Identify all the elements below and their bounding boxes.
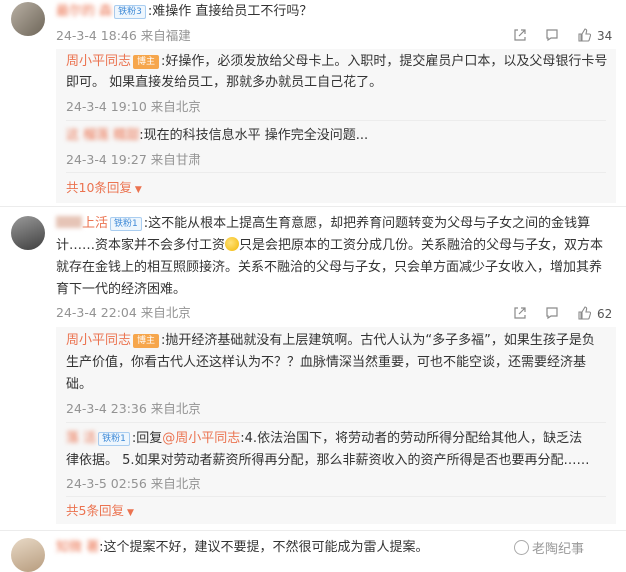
- divider: [66, 120, 606, 121]
- comment-username-text: 上活: [82, 216, 109, 231]
- reply-text: :抛开经济基础就没有上层建筑啊。古代人认为“多子多福”，如果生孩子是负: [161, 333, 595, 348]
- reply-timestamp: 24-3-5 02:56 来自北京: [66, 476, 201, 491]
- like-icon[interactable]: [577, 28, 591, 42]
- reply-text: 律依据。 5.如果对劳动者薪资所得再分配，那么非薪资收入的资产所得是否也要再分配…: [66, 453, 590, 468]
- comment-line: 最尔的 森铁粉3:难操作 直接给员工不行吗？: [56, 2, 312, 22]
- comment-username[interactable]: 上活: [56, 216, 108, 231]
- comment-line: 育下一代的经济困难。: [56, 280, 186, 300]
- divider: [66, 172, 606, 173]
- reply-timestamp: 24-3-4 19:27 来自甘肃: [66, 152, 201, 167]
- reply-line: 周小平同志 博主:好操作，必须发放给父母卡上。入职时，提交雇员户口本，以及父母银行…: [66, 52, 607, 72]
- reply-text: :回复: [131, 431, 163, 446]
- like-count: 62: [597, 307, 613, 321]
- reply-text: 即可。 如果直接发给员工，那就多办就员工自己花了。: [66, 75, 383, 90]
- reply-line: 律依据。 5.如果对劳动者薪资所得再分配，那么非薪资收入的资产所得是否也要再分配…: [66, 451, 590, 471]
- chevron-down-icon: ▼: [126, 508, 134, 518]
- reply-username[interactable]: 周小平同志: [66, 333, 131, 348]
- avatar[interactable]: [11, 538, 45, 572]
- avatar[interactable]: [11, 2, 45, 36]
- comment-line: 就存在金钱上的相互照顾接济。关系不融洽的父母与子女，只会单方面减少子女收入，增加…: [56, 258, 602, 278]
- comment-icon[interactable]: [545, 306, 559, 320]
- comment-username[interactable]: 最尔的 森: [56, 4, 112, 19]
- comment-icon[interactable]: [545, 28, 559, 42]
- reply-line: 即可。 如果直接发给员工，那就多办就员工自己花了。: [66, 73, 382, 93]
- expand-replies-link[interactable]: 共5条回复 ▼: [66, 502, 134, 522]
- avatar[interactable]: [11, 216, 45, 250]
- like-count: 34: [597, 29, 613, 43]
- comment-text: 计……资本家并不会多付工资: [56, 238, 226, 253]
- comment-line: 上活 铁粉1:这不能从根本上提高生育意愿，却把养育问题转变为父母与子女之间的金钱算: [56, 214, 590, 234]
- reply-timestamp: 24-3-4 23:36 来自北京: [66, 401, 201, 416]
- comment-text: 育下一代的经济困难。: [56, 282, 187, 297]
- comment-text: :这个提案不好，建议不要提，不然很可能成为雷人提案。: [99, 540, 429, 555]
- comment-line: 计……资本家并不会多付工资 只是会把原本的工资分成几份。关系融洽的父母与子女，双方…: [56, 236, 603, 256]
- reply-text: 生产价值，你看古代人还这样认为不？？血脉情深当然重要，可也不能空谈，还需要经济基: [66, 355, 587, 370]
- expand-replies-link[interactable]: 共10条回复 ▼: [66, 179, 142, 199]
- comment-text: :这不能从根本上提高生育意愿，却把养育问题转变为父母与子女之间的金钱算: [143, 216, 591, 231]
- share-icon[interactable]: [513, 306, 527, 320]
- fan-badge: 铁粉3: [114, 5, 146, 19]
- reply-timestamp: 24-3-4 19:10 来自北京: [66, 99, 201, 114]
- reply-line: 这 榴莲 糯甜:现在的科技信息水平 操作完全没问题...: [66, 126, 368, 146]
- chevron-down-icon: ▼: [134, 185, 142, 195]
- expand-replies-label: 共10条回复: [66, 180, 132, 195]
- reply-text: 础。: [66, 377, 93, 392]
- reply-username[interactable]: 这 榴莲 糯甜: [66, 128, 139, 143]
- reply-username[interactable]: 周小平同志: [66, 54, 131, 69]
- reply-text: :现在的科技信息水平 操作完全没问题...: [139, 128, 369, 143]
- reply-text: :4.依法治国下，将劳动者的劳动所得分配给其他人，缺乏法: [240, 431, 583, 446]
- watermark-logo-icon: [514, 540, 529, 555]
- reply-line: 周小平同志 博主:抛开经济基础就没有上层建筑啊。古代人认为“多子多福”，如果生孩子…: [66, 331, 595, 351]
- fan-badge: 铁粉1: [98, 432, 130, 446]
- divider: [0, 206, 626, 207]
- comment-line: 知微 著:这个提案不好，建议不要提，不然很可能成为雷人提案。: [56, 538, 429, 558]
- comment-text: 就存在金钱上的相互照顾接济。关系不融洽的父母与子女，只会单方面减少子女收入，增加…: [56, 260, 603, 275]
- reply-line: 生产价值，你看古代人还这样认为不？？血脉情深当然重要，可也不能空谈，还需要经济基: [66, 353, 586, 373]
- reply-username[interactable]: 落 活: [66, 431, 96, 446]
- divider: [66, 496, 606, 497]
- divider: [66, 422, 606, 423]
- comment-text: :难操作 直接给员工不行吗？: [147, 4, 313, 19]
- divider: [0, 530, 626, 531]
- emoji-icon: [225, 237, 240, 251]
- reply-text: :好操作，必须发放给父母卡上。入职时，提交雇员户口本，以及父母银行卡号: [161, 54, 608, 69]
- watermark: 老陶纪事: [514, 538, 584, 557]
- reply-line: 础。: [66, 375, 92, 395]
- like-icon[interactable]: [577, 306, 591, 320]
- mention-link[interactable]: @周小平同志: [162, 431, 240, 446]
- blurred-name: [56, 216, 82, 228]
- expand-replies-label: 共5条回复: [66, 503, 124, 518]
- author-badge: 博主: [133, 334, 160, 348]
- fan-badge: 铁粉1: [110, 217, 142, 231]
- watermark-text: 老陶纪事: [532, 542, 585, 557]
- comment-username[interactable]: 知微 著: [56, 540, 99, 555]
- comment-timestamp: 24-3-4 22:04 来自北京: [56, 305, 191, 320]
- reply-line: 落 活铁粉1:回复@周小平同志:4.依法治国下，将劳动者的劳动所得分配给其他人，…: [66, 429, 582, 449]
- comment-text: 只是会把原本的工资分成几份。关系融洽的父母与子女，双方本: [239, 238, 604, 253]
- author-badge: 博主: [133, 55, 160, 69]
- share-icon[interactable]: [513, 28, 527, 42]
- comment-timestamp: 24-3-4 18:46 来自福建: [56, 28, 191, 43]
